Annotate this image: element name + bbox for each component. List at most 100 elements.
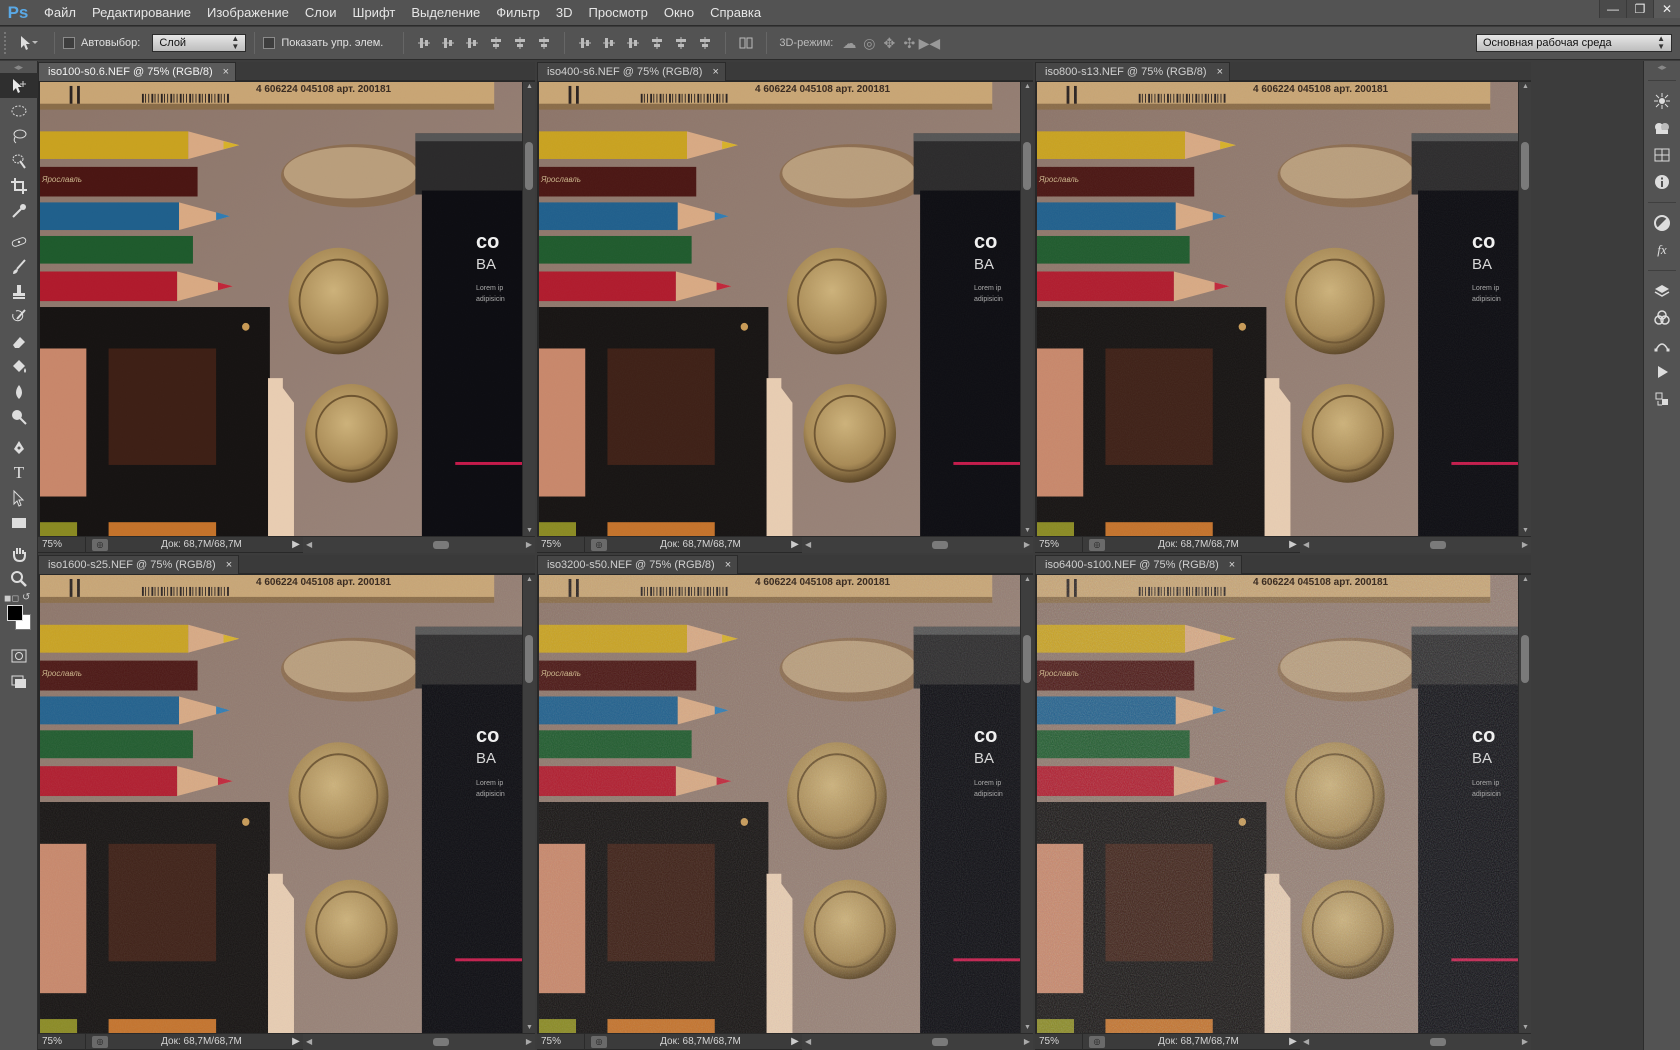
document-canvas[interactable]: 4 606224 045108 арт. 200181 Ярославль co… — [1037, 575, 1518, 1033]
scroll-left-arrow-icon[interactable]: ◀ — [805, 1034, 811, 1050]
menu-item[interactable]: Редактирование — [84, 0, 199, 26]
scroll-thumb[interactable] — [932, 540, 948, 549]
scroll-thumb[interactable] — [1430, 540, 1446, 549]
color-panel-icon[interactable] — [1644, 87, 1680, 114]
dock-grip[interactable]: ◂▸ — [1644, 61, 1680, 73]
scroll-thumb[interactable] — [433, 1037, 449, 1046]
scroll-thumb[interactable] — [525, 635, 533, 683]
scroll-right-arrow-icon[interactable]: ▶ — [1024, 537, 1030, 553]
marquee-tool-icon[interactable] — [0, 98, 38, 123]
close-tab-icon[interactable]: × — [226, 559, 232, 571]
options-grip[interactable] — [4, 32, 12, 54]
healing-brush-tool-icon[interactable] — [0, 229, 38, 254]
document-tab[interactable]: iso3200-s50.NEF @ 75% (RGB/8) × — [537, 555, 739, 574]
scroll-right-arrow-icon[interactable]: ▶ — [1522, 1034, 1528, 1050]
minimize-button[interactable]: — — [1599, 0, 1626, 18]
layers-panel-icon[interactable] — [1644, 277, 1680, 304]
paint-bucket-tool-icon[interactable] — [0, 354, 38, 379]
zoom-level[interactable]: 75% — [38, 1033, 86, 1050]
roll-3d-icon[interactable]: ◎ — [859, 33, 879, 53]
scroll-right-arrow-icon[interactable]: ▶ — [526, 1034, 532, 1050]
document-canvas[interactable]: 4 606224 045108 арт. 200181 Ярославль co… — [539, 575, 1020, 1033]
align-top-icon[interactable] — [415, 34, 433, 52]
vertical-scrollbar[interactable]: ▲ ▼ — [1020, 82, 1033, 536]
scroll-down-arrow-icon[interactable]: ▼ — [523, 526, 535, 536]
scroll-down-arrow-icon[interactable]: ▼ — [1519, 1023, 1531, 1033]
close-tab-icon[interactable]: × — [1229, 559, 1235, 571]
info-panel-icon[interactable] — [1644, 168, 1680, 195]
distribute-hcenter-icon[interactable] — [672, 34, 690, 52]
zoom-level[interactable]: 75% — [1035, 1033, 1083, 1050]
status-info-icon[interactable]: ◎ — [1089, 538, 1105, 551]
zoom-tool-icon[interactable] — [0, 566, 38, 591]
scroll-left-arrow-icon[interactable]: ◀ — [1303, 537, 1309, 553]
crop-tool-icon[interactable] — [0, 173, 38, 198]
document-canvas[interactable]: 4 606224 045108 арт. 200181 Ярославль co… — [539, 82, 1020, 536]
adjustments-panel-icon[interactable] — [1644, 209, 1680, 236]
scroll-up-arrow-icon[interactable]: ▲ — [523, 575, 535, 585]
scroll-up-arrow-icon[interactable]: ▲ — [1519, 82, 1531, 92]
document-tab[interactable]: iso100-s0.6.NEF @ 75% (RGB/8) × — [38, 62, 237, 81]
menu-item[interactable]: Справка — [702, 0, 769, 26]
align-bottom-icon[interactable] — [463, 34, 481, 52]
history-brush-tool-icon[interactable] — [0, 304, 38, 329]
quick-mask-icon[interactable] — [0, 643, 38, 668]
vertical-scrollbar[interactable]: ▲ ▼ — [1518, 575, 1531, 1033]
scroll-left-arrow-icon[interactable]: ◀ — [1303, 1034, 1309, 1050]
swatches-panel-icon[interactable] — [1644, 114, 1680, 141]
menu-item[interactable]: Окно — [656, 0, 702, 26]
horizontal-scrollbar[interactable]: ◀ ▶ — [1300, 536, 1531, 553]
scroll-down-arrow-icon[interactable]: ▼ — [1021, 526, 1033, 536]
distribute-bottom-icon[interactable] — [624, 34, 642, 52]
hand-tool-icon[interactable] — [0, 541, 38, 566]
align-hcenter-icon[interactable] — [511, 34, 529, 52]
document-tab[interactable]: iso1600-s25.NEF @ 75% (RGB/8) × — [38, 555, 240, 574]
horizontal-scrollbar[interactable]: ◀ ▶ — [303, 1033, 535, 1050]
status-menu-arrow-icon[interactable]: ▶ — [1286, 539, 1300, 550]
menu-item[interactable]: Просмотр — [581, 0, 656, 26]
move-tool-preset-icon[interactable] — [12, 31, 46, 55]
restore-button[interactable]: ❐ — [1626, 0, 1653, 18]
navigator-panel-icon[interactable] — [1644, 141, 1680, 168]
quick-selection-tool-icon[interactable] — [0, 148, 38, 173]
align-left-icon[interactable] — [487, 34, 505, 52]
document-tab[interactable]: iso800-s13.NEF @ 75% (RGB/8) × — [1035, 62, 1230, 81]
blur-tool-icon[interactable] — [0, 379, 38, 404]
distribute-right-icon[interactable] — [696, 34, 714, 52]
scroll-thumb[interactable] — [1430, 1037, 1446, 1046]
auto-align-icon[interactable] — [737, 34, 755, 52]
horizontal-scrollbar[interactable]: ◀ ▶ — [1300, 1033, 1531, 1050]
zoom-level[interactable]: 75% — [1035, 536, 1083, 553]
swap-colors-icon[interactable]: ↺ — [22, 592, 30, 603]
distribute-left-icon[interactable] — [648, 34, 666, 52]
menu-item[interactable]: 3D — [548, 0, 581, 26]
vertical-scrollbar[interactable]: ▲ ▼ — [522, 82, 535, 536]
zoom-level[interactable]: 75% — [38, 536, 86, 553]
menu-item[interactable]: Выделение — [403, 0, 488, 26]
autoselect-checkbox[interactable] — [63, 37, 75, 49]
status-info-icon[interactable]: ◎ — [591, 538, 607, 551]
paths-panel-icon[interactable] — [1644, 331, 1680, 358]
close-tab-icon[interactable]: × — [725, 559, 731, 571]
lasso-tool-icon[interactable] — [0, 123, 38, 148]
distribute-vcenter-icon[interactable] — [600, 34, 618, 52]
scroll-thumb[interactable] — [433, 540, 449, 549]
document-canvas[interactable]: 4 606224 045108 арт. 200181 Ярославль co… — [40, 575, 522, 1033]
status-menu-arrow-icon[interactable]: ▶ — [289, 1036, 303, 1047]
clone-stamp-tool-icon[interactable] — [0, 279, 38, 304]
scroll-right-arrow-icon[interactable]: ▶ — [1522, 537, 1528, 553]
align-right-icon[interactable] — [535, 34, 553, 52]
workspace-dropdown[interactable]: Основная рабочая среда ▲ ▼ — [1476, 34, 1672, 52]
close-button[interactable]: ✕ — [1653, 0, 1680, 18]
scroll-thumb[interactable] — [1521, 635, 1529, 683]
styles-panel-icon[interactable]: fx — [1644, 236, 1680, 263]
menu-item[interactable]: Фильтр — [488, 0, 548, 26]
vertical-scrollbar[interactable]: ▲ ▼ — [1518, 82, 1531, 536]
default-colors-icon[interactable]: ◼◻ — [4, 593, 19, 604]
menu-item[interactable]: Файл — [36, 0, 84, 26]
close-tab-icon[interactable]: × — [223, 66, 229, 78]
vertical-scrollbar[interactable]: ▲ ▼ — [522, 575, 535, 1033]
close-tab-icon[interactable]: × — [1217, 66, 1223, 78]
status-menu-arrow-icon[interactable]: ▶ — [788, 539, 802, 550]
document-tab[interactable]: iso6400-s100.NEF @ 75% (RGB/8) × — [1035, 555, 1243, 574]
